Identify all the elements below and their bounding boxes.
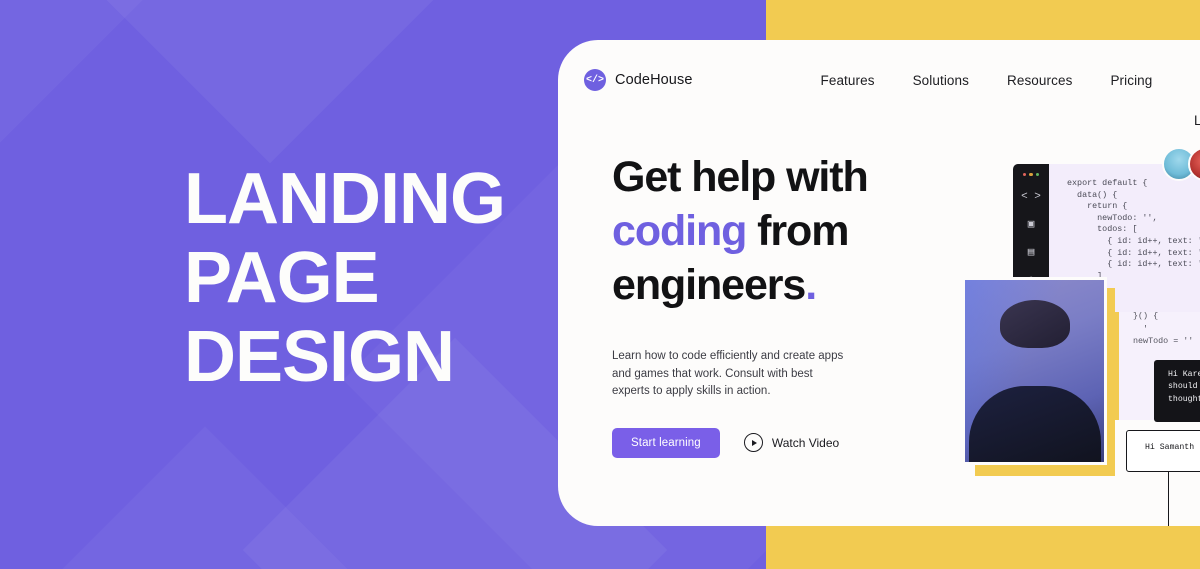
nav-links: Features Solutions Resources Pricing [820,73,1152,88]
poster-title-line-2: PAGE [184,238,380,318]
nav-item-features[interactable]: Features [820,73,874,88]
nav-item-pricing[interactable]: Pricing [1110,73,1152,88]
traffic-dot-red [1022,173,1026,177]
hero-heading-line-3: engineers [612,261,806,309]
window-traffic-lights [1022,173,1040,177]
hero-heading-line-1: Get help with [612,153,869,201]
hero-section: Get help with coding from engineers. Learn… [612,150,942,458]
hero-heading: Get help with coding from engineers. [612,150,942,312]
play-circle-icon [743,433,763,452]
watch-video-button[interactable]: Watch Video [743,433,840,452]
poster-stage: LANDING PAGE DESIGN </> CodeHouse Featur… [0,0,1200,569]
poster-title-line-1: LANDING [184,159,506,239]
watch-video-label: Watch Video [771,435,840,450]
folder-icon[interactable]: ▣ [1028,220,1035,231]
chat-connector-line [1168,472,1170,526]
hero-paragraph: Learn how to code efficiently and create… [612,350,844,397]
hero-heading-line-2-rest: from [746,207,849,255]
brand-name: CodeHouse [615,72,693,88]
portrait-photo [962,277,1107,465]
chat-bubble-dark: Hi Kare should thought [1154,360,1200,422]
hero-heading-period: . [805,261,817,309]
poster-title-line-3: DESIGN [184,317,455,397]
chat-icon[interactable]: ▤ [1028,248,1035,259]
start-learning-button[interactable]: Start learning [612,427,720,458]
hero-heading-accent: coding [612,207,747,255]
poster-title: LANDING PAGE DESIGN [184,160,584,397]
chat-bubble-light: Hi Samanth [1126,430,1200,472]
decorative-diamond-2 [0,0,148,158]
photo-face [1004,306,1066,384]
code-brackets-icon: </> [584,69,606,91]
avatar-group [1162,147,1200,181]
hero-cta-row: Start learning Watch Video [612,427,942,458]
code-icon[interactable]: < > [1021,192,1041,203]
traffic-dot-amber [1029,173,1033,177]
brand-logo[interactable]: </> CodeHouse [584,69,692,91]
traffic-dot-green [1036,173,1040,177]
nav-item-login[interactable]: Lo [1194,113,1200,128]
nav-item-solutions[interactable]: Solutions [913,73,969,88]
site-navbar: </> CodeHouse Features Solutions Resourc… [558,40,1200,128]
nav-item-resources[interactable]: Resources [1007,73,1072,88]
